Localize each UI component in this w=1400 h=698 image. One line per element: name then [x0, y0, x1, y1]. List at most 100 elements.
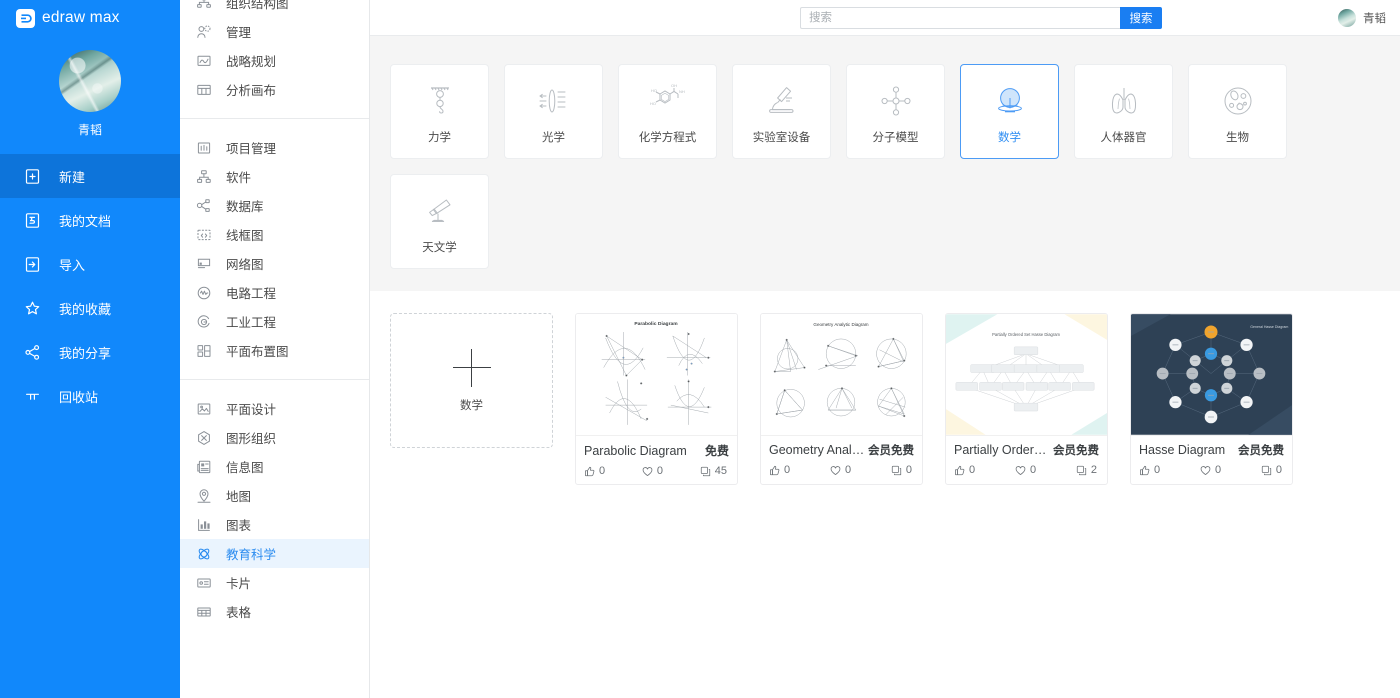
template-title: Partially Ordered ...: [954, 443, 1053, 457]
subnav-item-project[interactable]: 项目管理: [180, 133, 369, 162]
like-stat[interactable]: 0: [584, 465, 605, 477]
subnav-item-network[interactable]: 网络图: [180, 249, 369, 278]
category-card-lab-equipment[interactable]: 实验室设备: [732, 64, 831, 159]
favorite-stat[interactable]: 0: [830, 464, 851, 476]
template-meta: Hasse Diagram 会员免费 0 0 0: [1131, 436, 1292, 483]
search-input[interactable]: [800, 7, 1120, 29]
category-label: 光学: [542, 131, 565, 144]
category-card-biology[interactable]: 生物: [1188, 64, 1287, 159]
new-file-icon: [24, 168, 41, 185]
use-stat[interactable]: 0: [891, 464, 912, 476]
user-menu[interactable]: 青韬: [1338, 8, 1386, 27]
subnav-item-software[interactable]: 软件: [180, 162, 369, 191]
template-price: 会员免费: [1238, 445, 1284, 457]
optics-icon: [532, 79, 576, 123]
use-stat[interactable]: 0: [1261, 464, 1282, 476]
category-card-mechanics[interactable]: 力学: [390, 64, 489, 159]
subnav-item-label: 图形组织: [226, 432, 277, 446]
svg-text:Geometry Analytic Diagram: Geometry Analytic Diagram: [813, 322, 868, 327]
category-card-molecule[interactable]: 分子模型: [846, 64, 945, 159]
brand-name: edraw max: [42, 9, 120, 26]
map-icon: [196, 488, 212, 504]
use-stat[interactable]: 2: [1076, 464, 1097, 476]
template-card[interactable]: Geometry Analytic Diagram Geometry Analy…: [760, 313, 923, 485]
category-card-astronomy[interactable]: 天文学: [390, 174, 489, 269]
subnav-item-infographic[interactable]: 信息图: [180, 452, 369, 481]
subnav-item-graphic-design[interactable]: 平面设计: [180, 394, 369, 423]
sidebar-item-shares[interactable]: 我的分享: [0, 330, 180, 374]
sidebar-item-documents[interactable]: 我的文档: [0, 198, 180, 242]
management-icon: [196, 24, 212, 40]
sidebar-item-import[interactable]: 导入: [0, 242, 180, 286]
sidebar-item-favorites[interactable]: 我的收藏: [0, 286, 180, 330]
like-stat[interactable]: 0: [1139, 464, 1160, 476]
subnav-item-strategy[interactable]: 战略规划: [180, 46, 369, 75]
project-icon: [196, 140, 212, 156]
subnav-item-chart[interactable]: 图表: [180, 510, 369, 539]
sidebar-item-new[interactable]: 新建: [0, 154, 180, 198]
brand-logo[interactable]: edraw max: [0, 0, 180, 36]
like-count: 0: [784, 464, 791, 476]
subnav-item-card[interactable]: 卡片: [180, 568, 369, 597]
subnav-item-label: 组织结构图: [226, 0, 289, 11]
user-name: 青韬: [1363, 12, 1386, 25]
category-card-optics[interactable]: 光学: [504, 64, 603, 159]
subnav-item-wireframe[interactable]: 线框图: [180, 220, 369, 249]
subnav-item-circuit[interactable]: 电路工程: [180, 278, 369, 307]
top-bar: 搜索 青韬: [370, 0, 1400, 36]
like-stat[interactable]: 0: [954, 464, 975, 476]
org-chart-icon: [196, 0, 212, 11]
favorite-stat[interactable]: 0: [1200, 464, 1221, 476]
template-card[interactable]: Parabolic Diagram Parabolic Diagram 免费 0…: [575, 313, 738, 485]
subnav-item-label: 平面设计: [226, 403, 277, 417]
use-stat[interactable]: 45: [700, 465, 727, 477]
subnav-item-org-chart[interactable]: 组织结构图: [180, 0, 369, 17]
subnav-item-canvas[interactable]: 分析画布: [180, 75, 369, 104]
favorite-stat[interactable]: 0: [1015, 464, 1036, 476]
template-thumbnail: Partially Ordered Set Hasse Diagram: [946, 314, 1107, 436]
favorite-stat[interactable]: 0: [642, 465, 663, 477]
create-blank-card[interactable]: 数学: [390, 313, 553, 448]
star-icon: [24, 300, 41, 317]
create-blank-label: 数学: [460, 399, 483, 412]
template-card[interactable]: Partially Ordered Set Hasse Diagram Part…: [945, 313, 1108, 485]
network-icon: [196, 256, 212, 272]
avatar: [59, 50, 121, 112]
documents-icon: [24, 212, 41, 229]
subnav-item-table[interactable]: 表格: [180, 597, 369, 626]
subnav-item-management[interactable]: 管理: [180, 17, 369, 46]
subnav-item-industrial[interactable]: 工业工程: [180, 307, 369, 336]
subnav-item-science[interactable]: 教育科学: [180, 539, 369, 568]
sidebar-profile[interactable]: 青韬: [0, 36, 180, 138]
subnav-item-graphic-organizer[interactable]: 图形组织: [180, 423, 369, 452]
biology-icon: [1216, 79, 1260, 123]
category-card-math[interactable]: 数学: [960, 64, 1059, 159]
like-stat[interactable]: 0: [769, 464, 790, 476]
subnav-item-floorplan[interactable]: 平面布置图: [180, 336, 369, 365]
category-sidebar[interactable]: 组织结构图 管理 战略规划 分析画布 项目管理 软件 数据库 线框图 网络图 电…: [180, 0, 370, 698]
category-label: 人体器官: [1100, 131, 1147, 144]
search-button[interactable]: 搜索: [1120, 7, 1162, 29]
template-panel: 数学 Parabolic Diagram Parabolic Diagram 免…: [370, 291, 1400, 698]
subnav-item-label: 网络图: [226, 258, 264, 272]
category-card-chemistry[interactable]: HO HO OH NH 化学方程式: [618, 64, 717, 159]
avatar: [1338, 8, 1356, 27]
template-card[interactable]: General Hasse Diagram Hasse Diagram 会员免费…: [1130, 313, 1293, 485]
category-card-organs[interactable]: 人体器官: [1074, 64, 1173, 159]
mechanics-icon: [418, 79, 462, 123]
category-label: 天文学: [422, 241, 457, 254]
svg-text:HO: HO: [650, 101, 656, 106]
sidebar-item-trash[interactable]: 回收站: [0, 374, 180, 418]
edraw-logo-icon: [16, 8, 35, 28]
subnav-item-map[interactable]: 地图: [180, 481, 369, 510]
card-icon: [196, 575, 212, 591]
favorite-count: 0: [1029, 464, 1037, 476]
category-panel: 力学 光学 HO HO OH NH 化学方程式 实验室设备 分子模型 数学 人体…: [370, 36, 1400, 291]
category-list: 组织结构图 管理 战略规划 分析画布 项目管理 软件 数据库 线框图 网络图 电…: [180, 0, 369, 626]
like-count: 0: [969, 464, 976, 476]
subnav-item-label: 线框图: [226, 229, 264, 243]
subnav-item-database[interactable]: 数据库: [180, 191, 369, 220]
template-grid: 数学 Parabolic Diagram Parabolic Diagram 免…: [370, 313, 1400, 485]
category-grid: 力学 光学 HO HO OH NH 化学方程式 实验室设备 分子模型 数学 人体…: [370, 64, 1400, 269]
template-stats: 0 0: [954, 464, 1099, 476]
